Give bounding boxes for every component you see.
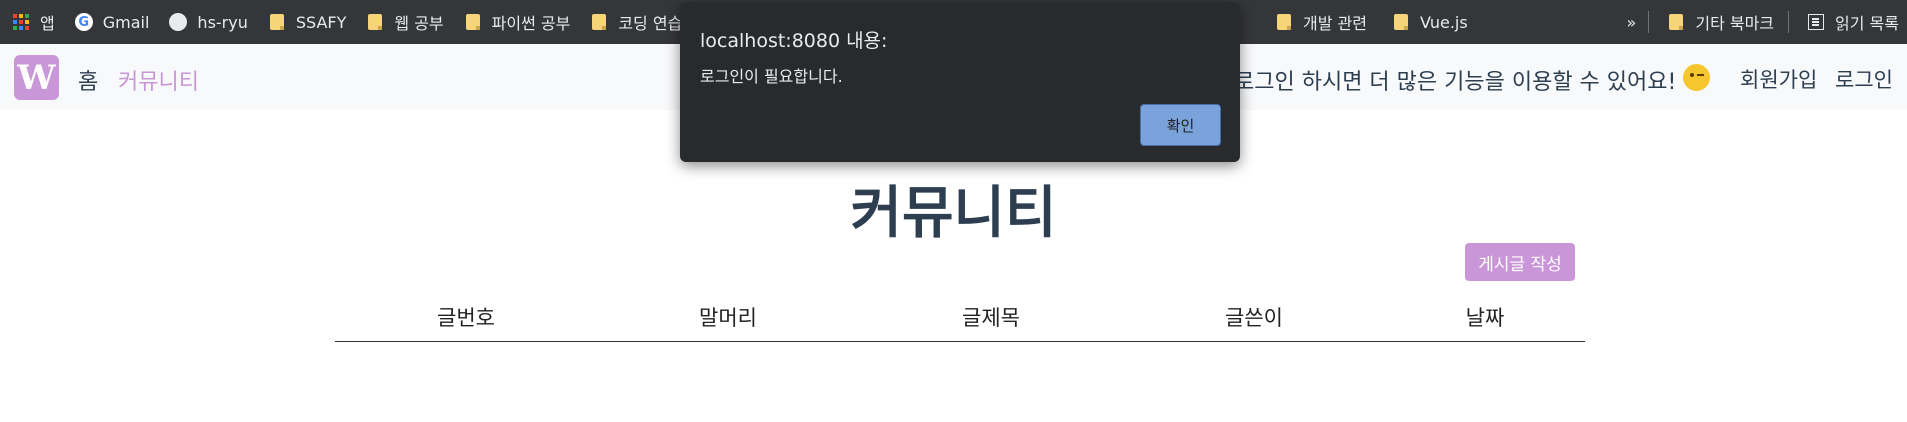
dialog-ok-button[interactable]: 확인 [1140,104,1221,146]
bookmark-label: Gmail [102,12,150,32]
write-post-button[interactable]: 게시글 작성 [1465,243,1575,281]
page-title: 커뮤니티 [850,181,1057,246]
bookmark-label: 앱 [40,14,55,33]
nav-community-link[interactable]: 커뮤니티 [118,64,199,96]
bookmark-python-study[interactable]: 파이썬 공부 [464,0,571,44]
column-header-date: 날짜 [1465,306,1505,330]
bookmark-dev[interactable]: 개발 관련 [1275,0,1367,44]
google-icon: G [74,13,93,31]
apps-grid-icon [12,13,30,31]
bookmark-ssafy[interactable]: SSAFY [268,0,347,44]
folder-icon [1392,13,1410,31]
reading-list-label: 읽기 목록 [1835,14,1899,33]
folder-icon [1667,13,1685,31]
column-header-category: 말머리 [699,306,757,330]
github-icon [169,13,188,31]
bookmark-hs-ryu[interactable]: hs-ryu [169,0,248,44]
divider [1788,11,1790,33]
bookmark-label: SSAFY [295,12,347,32]
bookmark-label: hs-ryu [197,12,248,32]
reading-list[interactable]: 읽기 목록 [1807,0,1899,44]
folder-icon [366,13,384,31]
bookmark-vuejs[interactable]: Vue.js [1392,0,1468,44]
login-prompt-text: 로그인 하시면 더 많은 기능을 이용할 수 있어요! [1234,70,1677,95]
nav-home-link[interactable]: 홈 [78,64,98,96]
reading-list-icon [1807,13,1825,31]
column-header-title: 글제목 [962,306,1020,330]
bookmark-gmail[interactable]: G Gmail [74,0,150,44]
bookmark-label: 파이썬 공부 [491,14,571,33]
bookmark-label: Vue.js [1420,12,1468,32]
dialog-title: localhost:8080 내용: [700,30,888,52]
winking-face-icon [1683,64,1710,91]
login-link[interactable]: 로그인 [1835,64,1893,94]
bookmark-web-study[interactable]: 웹 공부 [366,0,444,44]
column-header-number: 글번호 [437,306,495,330]
posts-table-header: 글번호 말머리 글제목 글쓴이 날짜 [335,296,1585,342]
bookmark-apps[interactable]: 앱 [12,0,55,44]
bookmark-label: 개발 관련 [1303,14,1367,33]
folder-icon [590,13,608,31]
bookmark-label: 기타 북마크 [1695,14,1775,33]
divider [1648,11,1650,33]
column-header-author: 글쓴이 [1225,306,1283,330]
folder-icon [1275,13,1293,31]
bookmark-coding-practice[interactable]: 코딩 연습 [590,0,682,44]
bookmarks-right: » 기타 북마크 읽기 목록 [1627,0,1907,44]
dialog-message: 로그인이 필요합니다. [700,67,843,86]
site-logo[interactable]: W [14,55,59,100]
bookmark-other[interactable]: 기타 북마크 [1667,0,1774,44]
overflow-chevron-icon[interactable]: » [1627,13,1637,32]
folder-icon [268,13,286,31]
bookmark-label: 코딩 연습 [618,14,683,33]
signup-link[interactable]: 회원가입 [1740,64,1817,94]
bookmark-label: 웹 공부 [394,14,444,33]
alert-dialog: localhost:8080 내용: 로그인이 필요합니다. 확인 [680,2,1240,162]
folder-icon [464,13,482,31]
